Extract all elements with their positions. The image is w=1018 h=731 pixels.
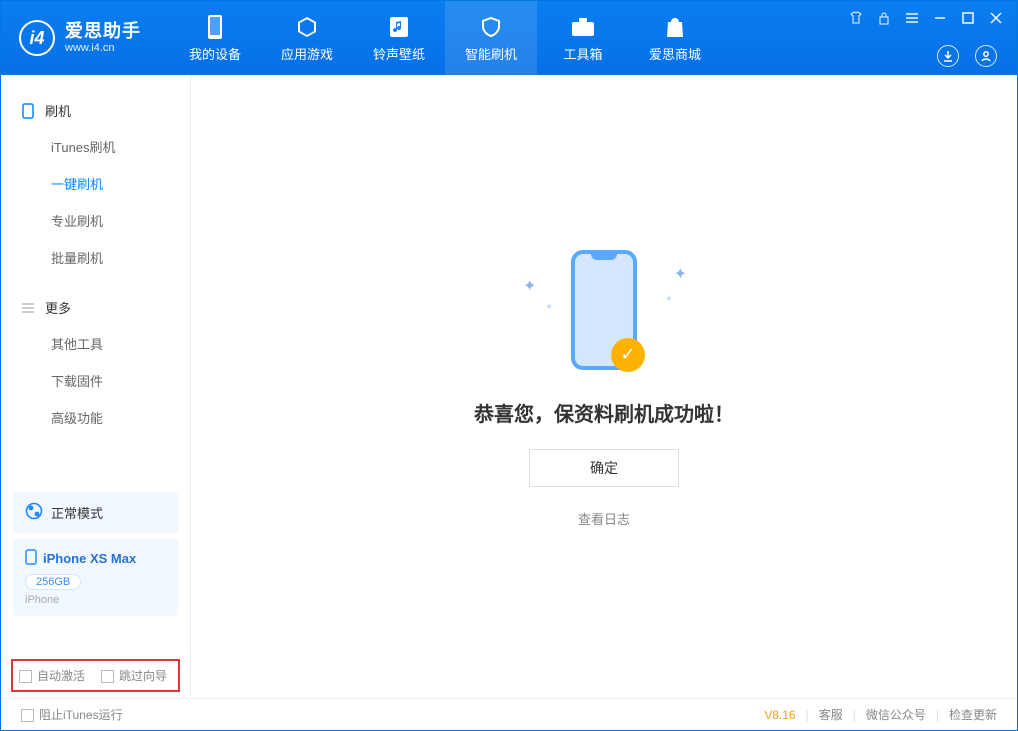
sidebar-item-batch-flash[interactable]: 批量刷机: [1, 239, 190, 276]
lock-icon[interactable]: [877, 11, 891, 25]
tab-smart-flash[interactable]: 智能刷机: [445, 1, 537, 75]
tab-apps-games[interactable]: 应用游戏: [261, 1, 353, 75]
sidebar: 刷机 iTunes刷机 一键刷机 专业刷机 批量刷机 更多 其他工具 下载固件 …: [1, 75, 191, 698]
sidebar-item-onekey-flash[interactable]: 一键刷机: [1, 165, 190, 202]
maximize-button[interactable]: [961, 11, 975, 25]
result-illustration: ✦ ✦ ✦ ✦ ✓: [539, 246, 669, 376]
download-icon[interactable]: [937, 45, 959, 67]
checkbox-skip-guide[interactable]: 跳过向导: [101, 667, 167, 684]
result-message: 恭喜您，保资料刷机成功啦！: [474, 398, 734, 427]
tab-toolbox[interactable]: 工具箱: [537, 1, 629, 75]
window-controls: [849, 11, 1003, 25]
sidebar-group-more: 更多: [1, 290, 190, 325]
device-name: iPhone XS Max: [43, 551, 136, 566]
app-url: www.i4.cn: [65, 42, 141, 54]
sidebar-item-other-tools[interactable]: 其他工具: [1, 325, 190, 362]
phone-icon: [202, 14, 228, 40]
menu-icon[interactable]: [905, 11, 919, 25]
wechat-link[interactable]: 微信公众号: [866, 706, 926, 723]
ok-button[interactable]: 确定: [529, 449, 679, 487]
user-icon[interactable]: [975, 45, 997, 67]
mode-label: 正常模式: [51, 503, 103, 522]
titlebar: i4 爱思助手 www.i4.cn 我的设备 应用游戏 铃声壁纸 智能刷机 工具…: [1, 1, 1017, 75]
phone-small-icon: [21, 104, 35, 118]
content-area: ✦ ✦ ✦ ✦ ✓ 恭喜您，保资料刷机成功啦！ 确定 查看日志: [191, 75, 1017, 698]
device-capacity: 256GB: [25, 574, 81, 590]
tab-store[interactable]: 爱思商城: [629, 1, 721, 75]
device-card[interactable]: iPhone XS Max 256GB iPhone: [13, 539, 178, 616]
status-bar: 阻止iTunes运行 V8.16 | 客服 | 微信公众号 | 检查更新: [1, 698, 1017, 730]
flash-options-highlight: 自动激活 跳过向导: [11, 659, 180, 692]
checkbox-auto-activate[interactable]: 自动激活: [19, 667, 85, 684]
check-update-link[interactable]: 检查更新: [949, 706, 997, 723]
toolbox-icon: [570, 14, 596, 40]
support-link[interactable]: 客服: [819, 706, 843, 723]
shirt-icon[interactable]: [849, 11, 863, 25]
success-check-icon: ✓: [611, 338, 645, 372]
cube-icon: [294, 14, 320, 40]
view-log-link[interactable]: 查看日志: [578, 509, 630, 528]
sidebar-group-flash: 刷机: [1, 93, 190, 128]
music-icon: [386, 14, 412, 40]
logo-area: i4 爱思助手 www.i4.cn: [1, 20, 159, 56]
bag-icon: [662, 14, 688, 40]
phone-illustration-icon: ✓: [571, 250, 637, 370]
sparkle-icon: ✦: [523, 276, 536, 296]
checkbox-block-itunes[interactable]: 阻止iTunes运行: [21, 706, 123, 723]
mode-card[interactable]: 正常模式: [13, 492, 178, 533]
app-name: 爱思助手: [65, 22, 141, 42]
sparkle-icon: ✦: [665, 294, 673, 305]
shield-icon: [478, 14, 504, 40]
list-icon: [21, 301, 35, 315]
sidebar-item-pro-flash[interactable]: 专业刷机: [1, 202, 190, 239]
version-label: V8.16: [764, 708, 795, 722]
device-type: iPhone: [25, 594, 166, 606]
sparkle-icon: ✦: [674, 264, 687, 284]
nav-tabs: 我的设备 应用游戏 铃声壁纸 智能刷机 工具箱 爱思商城: [169, 1, 721, 75]
user-controls: [937, 45, 997, 67]
logo-icon: i4: [19, 20, 55, 56]
device-phone-icon: [25, 549, 37, 568]
sidebar-item-advanced[interactable]: 高级功能: [1, 399, 190, 436]
sidebar-item-download-firmware[interactable]: 下载固件: [1, 362, 190, 399]
sidebar-item-itunes-flash[interactable]: iTunes刷机: [1, 128, 190, 165]
close-button[interactable]: [989, 11, 1003, 25]
minimize-button[interactable]: [933, 11, 947, 25]
tab-ringtones-wallpapers[interactable]: 铃声壁纸: [353, 1, 445, 75]
sparkle-icon: ✦: [545, 302, 553, 313]
tab-my-device[interactable]: 我的设备: [169, 1, 261, 75]
mode-icon: [25, 502, 43, 523]
